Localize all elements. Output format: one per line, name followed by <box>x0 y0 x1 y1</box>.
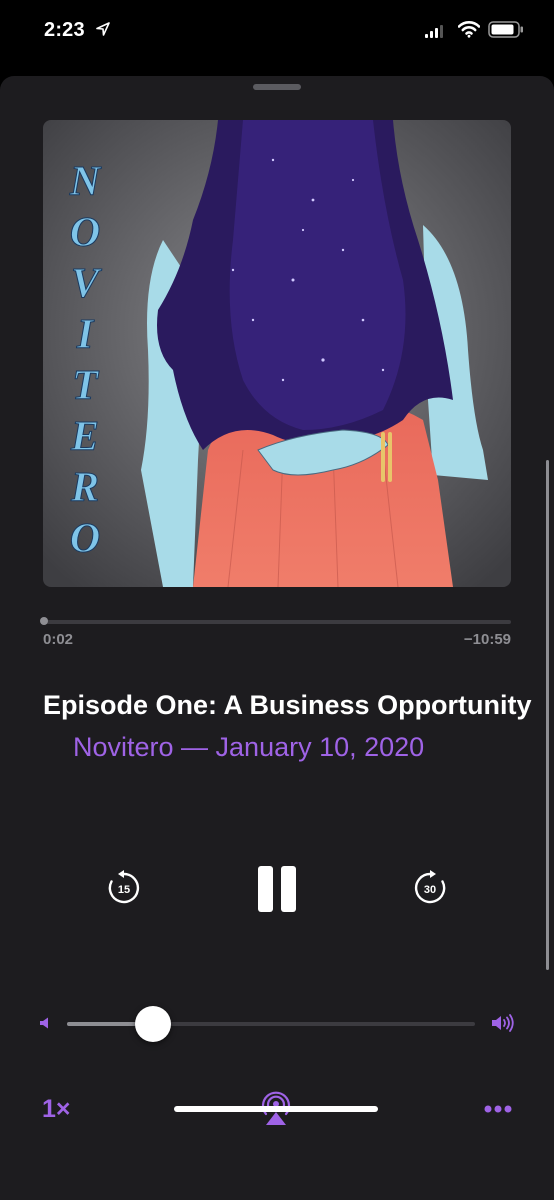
elapsed-time: 0:02 <box>43 631 74 648</box>
skip-forward-label: 30 <box>424 884 436 896</box>
scroll-indicator <box>546 460 549 970</box>
svg-text:R: R <box>70 465 99 511</box>
svg-text:O: O <box>70 516 100 562</box>
volume-slider-knob[interactable] <box>134 1006 171 1042</box>
episode-title: Episode One: A Business Opportunity <box>43 690 532 720</box>
remaining-time: −10:59 <box>463 631 511 648</box>
volume-low-icon <box>40 1017 48 1029</box>
skip-back-15-button[interactable]: 15 <box>106 870 142 906</box>
svg-text:N: N <box>69 159 102 205</box>
sheet-grabber-handle[interactable] <box>253 84 301 90</box>
skip-forward-30-button[interactable]: 30 <box>412 870 448 906</box>
playback-scrubber-knob[interactable] <box>40 617 49 625</box>
episode-artwork: N O V I T E R O <box>43 120 511 587</box>
playback-speed-button[interactable]: 1× <box>42 1095 71 1124</box>
now-playing-sheet: N O V I T E R O 0:02 −10:59 Episode One:… <box>0 76 554 1200</box>
location-arrow-icon <box>96 22 110 36</box>
battery-icon <box>488 21 523 38</box>
cellular-signal-icon <box>425 24 443 38</box>
skip-back-label: 15 <box>118 884 130 896</box>
volume-slider[interactable] <box>67 1006 475 1042</box>
playback-scrubber[interactable] <box>40 617 511 625</box>
pause-button[interactable] <box>256 866 298 912</box>
svg-text:V: V <box>71 261 102 307</box>
status-time: 2:23 <box>44 19 85 41</box>
more-options-icon[interactable] <box>484 1105 512 1113</box>
wifi-icon <box>458 21 480 38</box>
status-bar: 2:23 <box>0 0 554 64</box>
artwork-illustration: N O V I T E R O <box>43 120 511 587</box>
volume-high-icon <box>492 1014 514 1032</box>
svg-text:E: E <box>70 414 99 460</box>
home-indicator[interactable] <box>174 1106 378 1112</box>
svg-text:T: T <box>72 363 100 409</box>
episode-subtitle[interactable]: Novitero — January 10, 2020 <box>73 732 424 763</box>
svg-text:O: O <box>70 210 100 256</box>
svg-text:I: I <box>76 312 95 358</box>
